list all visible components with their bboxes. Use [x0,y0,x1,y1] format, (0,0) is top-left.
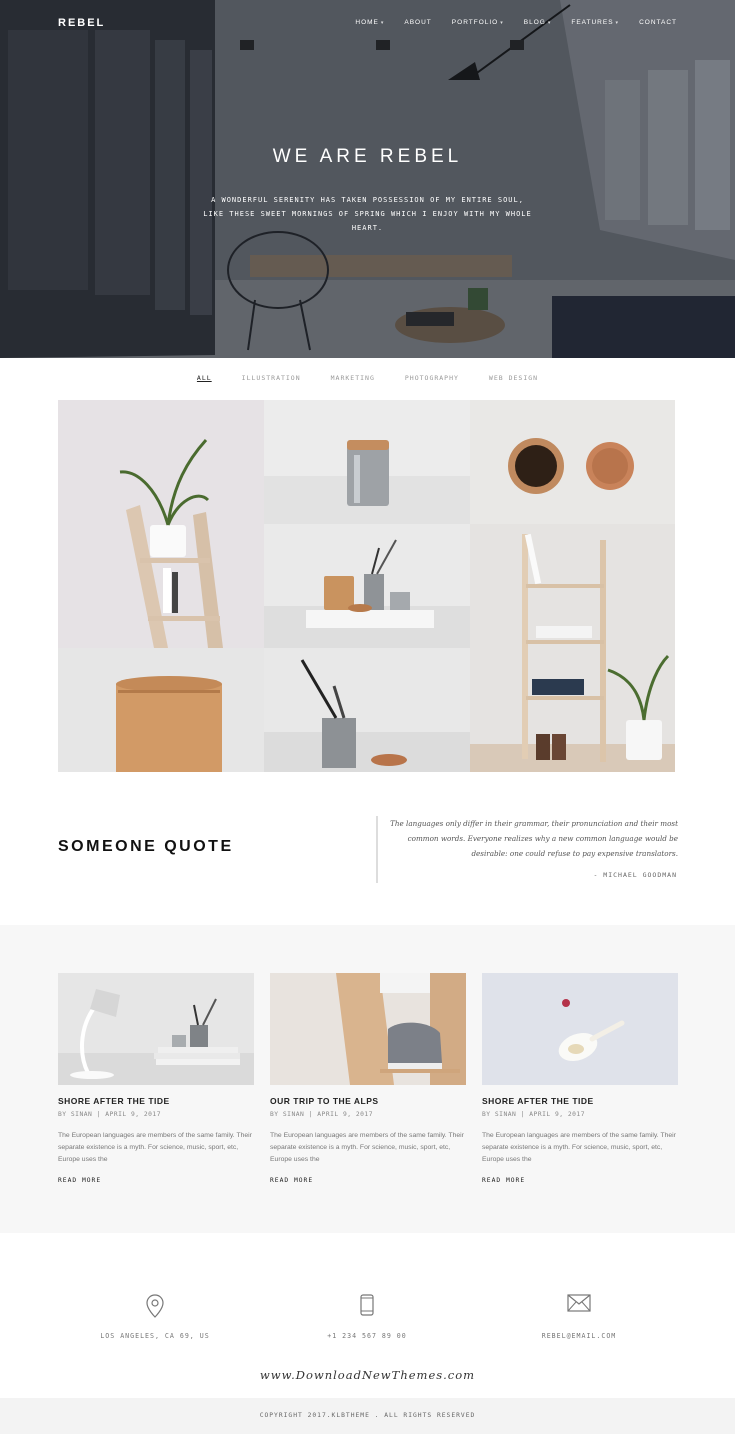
blog-post-image[interactable] [482,973,678,1085]
contact-address-text: LOS ANGELES, CA 69, US [100,1332,210,1340]
sneakers-shelf-image [270,973,466,1085]
contact-email-text[interactable]: REBEL@EMAIL.COM [479,1332,679,1340]
meta-author[interactable]: SINAN [495,1111,516,1118]
contact-email: REBEL@EMAIL.COM [479,1294,679,1340]
portfolio-item-wooden-jar[interactable] [58,648,264,772]
site-footer: COPYRIGHT 2017.KLBTHEME . ALL RIGHTS RES… [0,1398,735,1434]
nav-item-blog[interactable]: BLOG ▾ [524,19,552,26]
chevron-down-icon: ▾ [380,20,385,26]
portfolio-gallery [58,400,675,772]
map-pin-icon [146,1294,164,1318]
nav-item-features[interactable]: FEATURES ▾ [571,19,619,26]
chevron-down-icon: ▾ [615,20,620,26]
ladder-shelf-image [470,524,675,772]
nav-item-contact[interactable]: CONTACT [639,19,677,26]
quote-title: SOMEONE QUOTE [58,838,234,855]
main-nav: HOME ▾ ABOUT PORTFOLIO ▾ BLOG ▾ FEATURES ▾ C… [335,19,677,26]
portfolio-item-shelf-plant[interactable] [58,400,264,648]
blog-post-meta: BY SINAN | APRIL 9, 2017 [270,1111,374,1118]
chevron-down-icon: ▾ [500,20,504,26]
meta-by: BY [58,1111,67,1118]
portfolio-item-ladder-shelf[interactable] [470,524,675,772]
filter-illustration[interactable]: ILLUSTRATION [242,374,301,382]
blog-section: SHORE AFTER THE TIDE BY SINAN | APRIL 9,… [0,925,735,1233]
blog-post-title[interactable]: SHORE AFTER THE TIDE [482,1096,678,1106]
read-more-link[interactable]: READ MORE [482,1177,678,1184]
blog-post-image[interactable] [58,973,254,1085]
blog-post-title[interactable]: OUR TRIP TO THE ALPS [270,1096,466,1106]
nav-label: ABOUT [404,19,432,26]
canister-image [264,400,470,524]
watermark-text: www.DownloadNewThemes.com [259,1368,476,1382]
quote-text: The languages only differ in their gramm… [390,819,678,858]
nav-label: PORTFOLIO [451,19,499,26]
portfolio-item-canister[interactable] [264,400,470,524]
spoon-image [482,973,678,1085]
nav-label: HOME [355,19,379,26]
contact-phone-text[interactable]: +1 234 567 89 00 [267,1332,467,1340]
hero-overlay [0,0,735,358]
quote-divider [376,816,378,883]
nav-item-about[interactable]: ABOUT [404,19,431,26]
blog-post: SHORE AFTER THE TIDE BY SINAN | APRIL 9,… [482,973,678,1184]
copyright-text: COPYRIGHT 2017.KLBTHEME . ALL RIGHTS RES… [259,1412,476,1419]
pencil-cups-image [264,524,470,648]
meta-date: APRIL 9, 2017 [529,1111,586,1118]
meta-author[interactable]: SINAN [283,1111,304,1118]
meta-by: BY [482,1111,491,1118]
portfolio-item-pen-cup[interactable] [264,648,470,772]
pen-cup-image [264,648,470,772]
quote-author: - MICHAEL GOODMAN [593,871,677,879]
blog-post-meta: BY SINAN | APRIL 9, 2017 [482,1111,586,1118]
portfolio-item-bowls[interactable] [470,400,675,524]
filter-photography[interactable]: PHOTOGRAPHY [405,374,459,382]
nav-item-home[interactable]: HOME ▾ [355,19,384,26]
meta-author[interactable]: SINAN [71,1111,92,1118]
bowls-image [470,400,675,524]
contact-address: LOS ANGELES, CA 69, US [55,1294,255,1340]
meta-by: BY [270,1111,279,1118]
hero-title: WE ARE REBEL [272,146,463,167]
blog-post-excerpt: The European languages are members of th… [482,1132,676,1163]
shelf-plant-image [58,400,264,648]
hero-subtitle: A WONDERFUL SERENITY HAS TAKEN POSSESSIO… [203,196,532,232]
filter-marketing[interactable]: MARKETING [331,374,375,382]
nav-label: FEATURES [571,19,614,26]
phone-icon [360,1294,374,1316]
blog-post-image[interactable] [270,973,466,1085]
blog-post: SHORE AFTER THE TIDE BY SINAN | APRIL 9,… [58,973,254,1184]
nav-item-portfolio[interactable]: PORTFOLIO ▾ [452,19,504,26]
envelope-icon [567,1294,591,1312]
desk-lamp-image [58,973,254,1085]
filter-web-design[interactable]: WEB DESIGN [489,374,538,382]
blog-post: OUR TRIP TO THE ALPS BY SINAN | APRIL 9,… [270,973,466,1184]
blog-post-excerpt: The European languages are members of th… [270,1132,464,1163]
hero-section: REBEL HOME ▾ ABOUT PORTFOLIO ▾ BLOG ▾ FEATU… [0,0,735,358]
blog-post-meta: BY SINAN | APRIL 9, 2017 [58,1111,162,1118]
nav-label: BLOG [523,19,546,26]
meta-date: APRIL 9, 2017 [105,1111,162,1118]
portfolio-filters: ALL ILLUSTRATION MARKETING PHOTOGRAPHY W… [0,374,735,382]
read-more-link[interactable]: READ MORE [58,1177,254,1184]
meta-date: APRIL 9, 2017 [317,1111,374,1118]
nav-label: CONTACT [639,19,677,26]
filter-all[interactable]: ALL [197,374,212,382]
portfolio-item-pencil-cups[interactable] [264,524,470,648]
chevron-down-icon: ▾ [547,20,552,26]
blog-post-title[interactable]: SHORE AFTER THE TIDE [58,1096,254,1106]
site-logo[interactable]: REBEL [58,17,105,29]
contact-phone: +1 234 567 89 00 [267,1294,467,1340]
blog-post-excerpt: The European languages are members of th… [58,1132,252,1163]
read-more-link[interactable]: READ MORE [270,1177,466,1184]
wooden-jar-image [58,648,264,772]
